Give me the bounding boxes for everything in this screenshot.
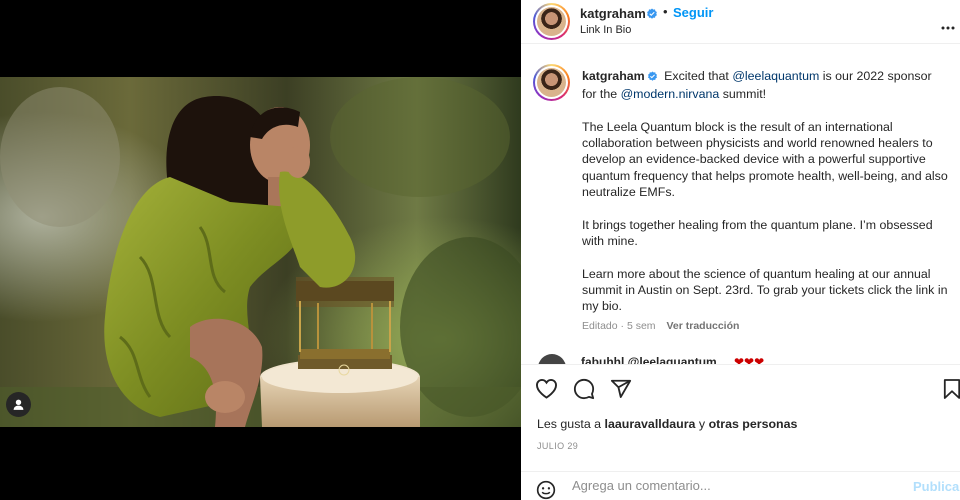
caption-text: Excited that [664, 69, 729, 83]
share-icon[interactable] [610, 378, 632, 405]
edited-timestamp: Editado · 5 sem [582, 320, 656, 332]
post-caption: katgraham Excited that @leelaquantum is … [582, 68, 948, 331]
comment-text: fabuhhl @leelaquantum [581, 355, 717, 364]
comment-composer: Publicar [521, 471, 960, 500]
follow-button[interactable]: Seguir [673, 5, 713, 20]
likes-summary: Les gusta a laauravalldaura y otras pers… [537, 417, 797, 431]
comment-item: fabuhhl @leelaquantum ❤❤❤ [536, 354, 836, 364]
author-avatar[interactable] [533, 3, 570, 40]
more-options-icon[interactable] [941, 17, 955, 35]
publish-button[interactable]: Publicar [913, 479, 960, 494]
caption-paragraph: The Leela Quantum block is the result of… [582, 119, 948, 200]
caption-meta: Editado · 5 sem Ver traducción [582, 320, 739, 332]
post-date: JULIO 29 [537, 441, 579, 451]
caption-paragraph: It brings together healing from the quan… [582, 217, 933, 248]
caption-author-avatar[interactable] [533, 64, 570, 101]
post-location-link[interactable]: Link In Bio [580, 24, 631, 36]
post-photo[interactable] [0, 77, 521, 427]
likes-connector: y [698, 417, 706, 431]
comment-input[interactable] [572, 478, 902, 493]
mention-link[interactable]: @modern.nirvana [621, 87, 720, 101]
post-details-panel: katgraham • Seguir Link In Bio katgraham… [521, 0, 960, 500]
emoji-icon[interactable] [536, 480, 556, 500]
caption-username[interactable]: katgraham [582, 69, 645, 83]
post-media-pane [0, 0, 521, 500]
comments-section: katgraham Excited that @leelaquantum is … [521, 58, 960, 364]
other-likers-link[interactable]: otras personas [709, 417, 798, 431]
bookmark-icon[interactable] [943, 378, 960, 405]
comment-emojis: ❤❤❤ [734, 355, 765, 364]
author-username[interactable]: katgraham [580, 6, 646, 21]
see-translation-button[interactable]: Ver traducción [666, 320, 739, 332]
caption-text: summit! [722, 87, 767, 102]
comment-icon[interactable] [573, 378, 595, 405]
verified-badge-icon [646, 7, 658, 25]
mention-link[interactable]: @leelaquantum [732, 69, 819, 83]
caption-paragraph: Learn more about the science of quantum … [582, 266, 948, 314]
verified-badge-icon [647, 70, 658, 86]
tagged-user-icon[interactable] [6, 392, 31, 417]
liked-by-username[interactable]: laauravalldaura [605, 417, 696, 431]
post-actions: Les gusta a laauravalldaura y otras pers… [521, 364, 960, 500]
likes-prefix: Les gusta a [537, 417, 602, 431]
commenter-avatar[interactable] [538, 354, 566, 364]
heart-outline-icon[interactable] [535, 378, 558, 404]
separator-dot: • [663, 4, 668, 19]
post-header: katgraham • Seguir Link In Bio [521, 0, 960, 44]
